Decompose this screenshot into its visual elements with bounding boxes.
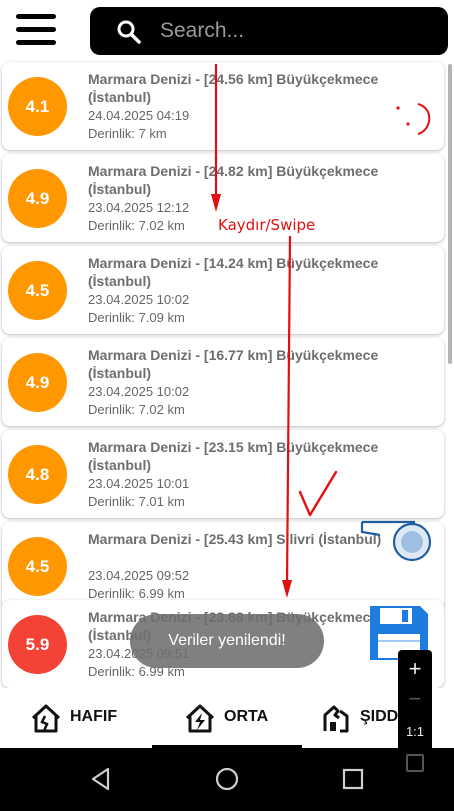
quake-date: 23.04.2025 10:02 xyxy=(88,292,190,307)
magnitude-badge: 4.9 xyxy=(8,353,67,412)
magnitude-badge: 4.8 xyxy=(8,445,67,504)
top-app-bar xyxy=(0,0,454,60)
quake-date: 24.04.2025 04:19 xyxy=(88,108,190,123)
magnitude-badge: 4.5 xyxy=(8,537,67,596)
house-crack-icon xyxy=(31,704,61,733)
quake-depth: Derinlik: 7.02 km xyxy=(88,402,185,417)
earthquake-card[interactable]: 4.5 Marmara Denizi - [14.24 km] Büyükçek… xyxy=(2,246,444,334)
house-lightning-icon xyxy=(185,704,215,733)
quake-date: 23.04.2025 10:01 xyxy=(88,476,190,491)
earthquake-card[interactable]: 4.1 Marmara Denizi - [24.56 km] Büyükçek… xyxy=(2,62,444,150)
magnitude-badge: 4.9 xyxy=(8,169,67,228)
magnitude-badge: 5.9 xyxy=(8,615,67,674)
quake-date: 23.04.2025 12:12 xyxy=(88,200,190,215)
location-title: Marmara Denizi - [23.15 km] Büyükçekmece… xyxy=(88,439,379,473)
system-navigation-bar xyxy=(0,748,454,811)
menu-line xyxy=(16,40,56,45)
tab-orta[interactable]: ORTA xyxy=(182,688,292,748)
list-scrollbar[interactable] xyxy=(448,64,452,364)
damaged-house-icon xyxy=(323,705,349,733)
search-bar[interactable] xyxy=(90,7,448,55)
location-title: Marmara Denizi - [24.82 km] Büyükçekmece… xyxy=(88,163,379,197)
earthquake-card[interactable]: 4.5 Marmara Denizi - [25.43 km] Silivri … xyxy=(2,522,444,610)
search-icon xyxy=(117,20,141,44)
zoom-ratio-button[interactable]: 1:1 xyxy=(398,722,432,742)
magnitude-badge: 4.5 xyxy=(8,261,67,320)
earthquake-card[interactable]: 4.9 Marmara Denizi - [24.82 km] Büyükçek… xyxy=(2,154,444,242)
quake-depth: Derinlik: 7.02 km xyxy=(88,218,185,233)
location-title: Marmara Denizi - [16.77 km] Büyükçekmece… xyxy=(88,347,379,381)
back-icon[interactable] xyxy=(88,766,114,792)
quake-depth: Derinlik: 7 km xyxy=(88,126,167,141)
menu-line xyxy=(16,14,56,19)
earthquake-list[interactable]: 4.1 Marmara Denizi - [24.56 km] Büyükçek… xyxy=(0,60,454,688)
earthquake-card[interactable]: 4.8 Marmara Denizi - [23.15 km] Büyükçek… xyxy=(2,430,444,518)
quake-depth: Derinlik: 7.09 km xyxy=(88,310,185,325)
quake-depth: Derinlik: 7.01 km xyxy=(88,494,185,509)
search-input[interactable] xyxy=(160,15,430,47)
home-icon[interactable] xyxy=(214,766,240,792)
zoom-out-button[interactable]: − xyxy=(398,686,432,712)
magnitude-badge: 4.1 xyxy=(8,77,67,136)
zoom-in-button[interactable]: + xyxy=(398,654,432,684)
tab-label: ORTA xyxy=(224,708,269,725)
recents-icon[interactable] xyxy=(340,766,366,792)
location-title: Marmara Denizi - [14.24 km] Büyükçekmece… xyxy=(88,255,379,289)
quake-date: 23.04.2025 09:52 xyxy=(88,568,190,583)
location-title: Marmara Denizi - [24.56 km] Büyükçekmece… xyxy=(88,71,379,105)
fit-screen-icon[interactable] xyxy=(406,754,424,772)
zoom-controls: + − 1:1 xyxy=(398,650,432,788)
earthquake-card[interactable]: 4.9 Marmara Denizi - [16.77 km] Büyükçek… xyxy=(2,338,444,426)
tab-label: HAFIF xyxy=(70,708,118,725)
tab-hafif[interactable]: HAFIF xyxy=(28,688,138,748)
magnitude-tab-bar: HAFIF ORTA ŞIDDETLI xyxy=(0,688,454,748)
quake-date: 23.04.2025 10:02 xyxy=(88,384,190,399)
refresh-toast: Veriler yenilendi! xyxy=(130,614,324,668)
menu-line xyxy=(16,27,56,32)
location-title: Marmara Denizi - [25.43 km] Silivri (İst… xyxy=(88,531,382,547)
hamburger-menu-icon[interactable] xyxy=(14,12,58,48)
